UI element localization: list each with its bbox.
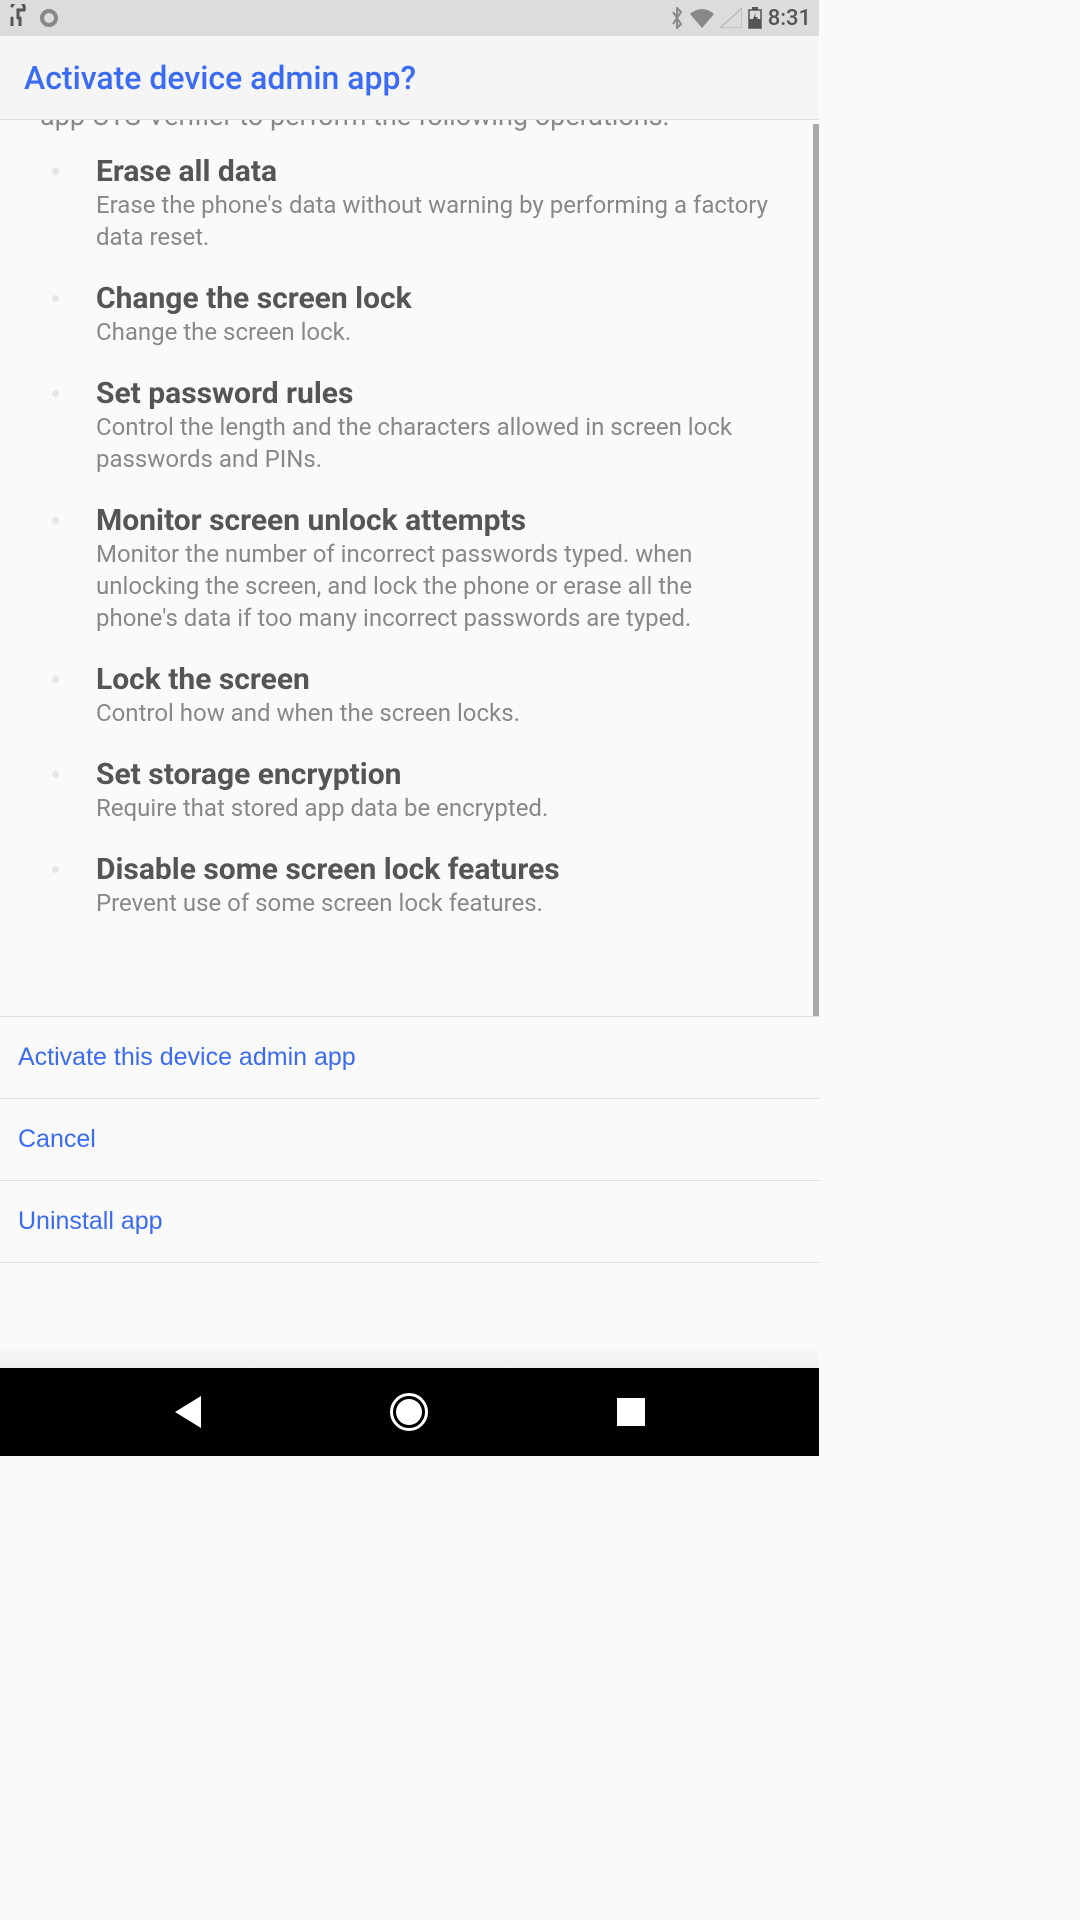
navigation-bar [0,1368,819,1456]
permission-title: Lock the screen [96,662,779,697]
uninstall-button[interactable]: Uninstall app [0,1181,819,1263]
permission-title: Monitor screen unlock attempts [96,503,779,538]
activate-button[interactable]: Activate this device admin app [0,1017,819,1099]
fi-icon [8,4,28,32]
permission-desc: Control how and when the screen locks. [96,697,779,729]
status-right-icons: 8:31 [670,6,811,31]
permission-title: Disable some screen lock features [96,852,779,887]
action-buttons: Activate this device admin app Cancel Un… [0,1016,819,1263]
permission-item: Set password rules Control the length an… [80,376,779,475]
permission-desc: Erase the phone's data without warning b… [96,189,779,253]
wifi-icon [690,8,714,28]
permission-title: Set storage encryption [96,757,779,792]
permission-title: Erase all data [96,154,779,189]
permission-item: Monitor screen unlock attempts Monitor t… [80,503,779,634]
status-bar: 8:31 [0,0,819,36]
permission-item: Set storage encryption Require that stor… [80,757,779,824]
permission-item: Lock the screen Control how and when the… [80,662,779,729]
permission-list: Erase all data Erase the phone's data wi… [40,154,779,919]
app-header: Activate device admin app? [0,36,819,120]
bluetooth-icon [670,7,684,29]
permission-title: Change the screen lock [96,281,779,316]
status-time: 8:31 [768,6,811,31]
scrollbar-thumb[interactable] [813,124,819,1016]
home-icon[interactable] [390,1393,428,1431]
recent-apps-icon[interactable] [617,1398,645,1426]
permission-desc: Control the length and the characters al… [96,411,779,475]
permission-item: Disable some screen lock features Preven… [80,852,779,919]
permission-desc: Monitor the number of incorrect password… [96,538,779,634]
permission-desc: Require that stored app data be encrypte… [96,792,779,824]
battery-charging-icon [748,7,762,29]
page-title: Activate device admin app? [24,59,416,97]
bottom-shadow [0,1344,819,1368]
content-scroll[interactable]: app CTS Verifier to perform the followin… [0,120,819,1016]
permission-title: Set password rules [96,376,779,411]
cancel-button[interactable]: Cancel [0,1099,819,1181]
permission-item: Erase all data Erase the phone's data wi… [80,154,779,253]
permission-desc: Change the screen lock. [96,316,779,348]
cell-signal-icon [720,8,742,28]
back-icon[interactable] [175,1396,201,1428]
permission-item: Change the screen lock Change the screen… [80,281,779,348]
circle-icon [40,9,58,27]
status-left-icons [8,4,58,32]
permission-desc: Prevent use of some screen lock features… [96,887,779,919]
intro-text: app CTS Verifier to perform the followin… [40,120,779,134]
